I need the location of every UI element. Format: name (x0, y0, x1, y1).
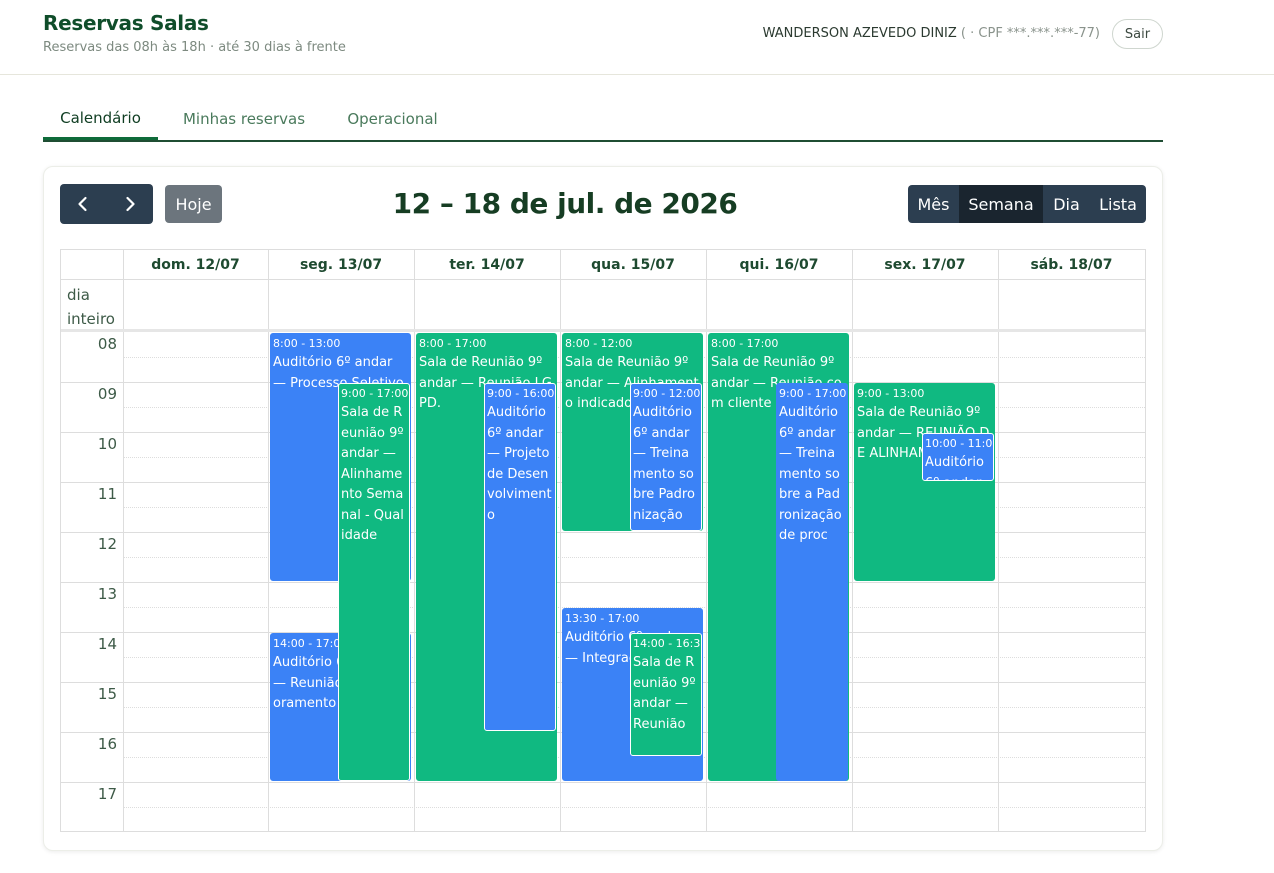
column-divider (998, 250, 999, 831)
day-header: dom. 12/07 (151, 256, 240, 273)
today-button[interactable]: Hoje (165, 185, 222, 223)
event-title: Auditório 6º andar — Projeto de Desenvol… (487, 405, 554, 523)
tab-minhas-reservas[interactable]: Minhas reservas (173, 98, 315, 140)
app-subtitle: Reservas das 08h às 18h · até 30 dias à … (43, 40, 346, 55)
half-hour-line (123, 807, 1145, 808)
hour-label: 09 (97, 385, 117, 403)
event-time: 8:00 - 17:00 (419, 337, 487, 350)
day-header: sáb. 18/07 (1030, 256, 1113, 273)
tab-operacional[interactable]: Operacional (335, 98, 450, 140)
event-time: 14:00 - 16:30 (633, 637, 702, 650)
event-title: Auditório 6º andar — Treinamento sobre a… (779, 405, 846, 543)
event-time: 9:00 - 17:00 (341, 387, 409, 400)
event-time: 10:00 - 11:00 (925, 437, 994, 450)
user-info: WANDERSON AZEVEDO DINIZ ( · CPF ***.***.… (763, 26, 1100, 41)
event-title: Auditório 6º andar (925, 455, 984, 480)
header-divider (61, 279, 1145, 280)
event-time: 9:00 - 16:00 (487, 387, 555, 400)
calendar-event[interactable]: 9:00 - 17:00 Auditório 6º andar — Treinam… (776, 383, 848, 781)
event-time: 9:00 - 13:00 (857, 387, 925, 400)
day-header: qua. 15/07 (591, 256, 675, 273)
event-time: 9:00 - 17:00 (779, 387, 847, 400)
main-tabs: Calendário Minhas reservas Operacional (43, 98, 1163, 142)
view-week-button[interactable]: Semana (959, 185, 1043, 223)
hour-label: 13 (97, 585, 117, 603)
week-title: 12 – 18 de jul. de 2026 (392, 186, 738, 220)
event-title: Auditório 6º andar — Treinamento sobre P… (633, 405, 697, 523)
tab-calendario[interactable]: Calendário (43, 98, 158, 140)
view-list-button[interactable]: Lista (1090, 185, 1146, 223)
hour-label: 10 (97, 435, 117, 453)
hour-label: 17 (97, 785, 117, 803)
hour-line (61, 582, 1145, 583)
hour-label: 16 (97, 735, 117, 753)
column-divider (706, 250, 707, 831)
calendar-event[interactable]: 14:00 - 16:30 Sala de Reunião 9º andar — … (630, 633, 702, 756)
calendar-event[interactable]: 9:00 - 13:00Sala de Reunião 9º andar — R… (854, 383, 995, 581)
hour-label: 08 (97, 335, 117, 353)
hour-label: 12 (97, 535, 117, 553)
day-header: sex. 17/07 (884, 256, 966, 273)
event-title: Sala de Reunião 9º andar — Alinhamento S… (341, 405, 408, 543)
app-title: Reservas Salas (43, 11, 209, 35)
week-time-grid: dia inteiro dom. 12/07 seg. 13/07 ter. 14/… (60, 249, 1146, 832)
hour-label: 15 (97, 685, 117, 703)
column-divider (414, 250, 415, 831)
column-divider (123, 250, 124, 831)
allday-divider (61, 329, 1145, 332)
app-header: Reservas Salas Reservas das 08h às 18h ·… (0, 0, 1274, 75)
chevron-left-icon (78, 196, 87, 212)
event-time: 13:30 - 17:00 (565, 612, 640, 625)
chevron-right-icon (126, 196, 135, 212)
calendar-event[interactable]: 9:00 - 12:00 Auditório 6º andar — Treinam… (630, 383, 702, 531)
user-name: WANDERSON AZEVEDO DINIZ (762, 26, 957, 41)
next-week-button[interactable] (107, 184, 154, 224)
hour-line (61, 782, 1145, 783)
view-month-button[interactable]: Mês (908, 185, 959, 223)
day-header: qui. 16/07 (739, 256, 819, 273)
prev-week-button[interactable] (60, 184, 107, 224)
column-divider (852, 250, 853, 831)
event-time: 8:00 - 12:00 (565, 337, 633, 350)
calendar-event[interactable]: 9:00 - 17:00 Sala de Reunião 9º andar — A… (338, 383, 410, 781)
event-time: 8:00 - 17:00 (711, 337, 779, 350)
nav-button-group (60, 184, 153, 224)
calendar-event[interactable]: 10:00 - 11:00 Auditório 6º andar (922, 433, 994, 481)
logout-button[interactable]: Sair (1112, 19, 1163, 49)
allday-label: dia inteiro (67, 286, 115, 328)
hour-label: 11 (97, 485, 117, 503)
calendar-event[interactable]: 9:00 - 16:00 Auditório 6º andar — Projeto… (484, 383, 556, 731)
hour-label: 14 (97, 635, 117, 653)
event-title: Sala de Reunião 9º andar — Reunião (633, 655, 700, 732)
view-day-button[interactable]: Dia (1043, 185, 1090, 223)
column-divider (560, 250, 561, 831)
event-time: 8:00 - 13:00 (273, 337, 341, 350)
view-switcher: Mês Semana Dia Lista (908, 185, 1146, 223)
user-cpf: ( · CPF ***.***.***-77) (956, 26, 1100, 41)
day-header: ter. 14/07 (449, 256, 525, 273)
day-header: seg. 13/07 (299, 256, 383, 273)
event-time: 9:00 - 12:00 (633, 387, 701, 400)
column-divider (268, 250, 269, 831)
